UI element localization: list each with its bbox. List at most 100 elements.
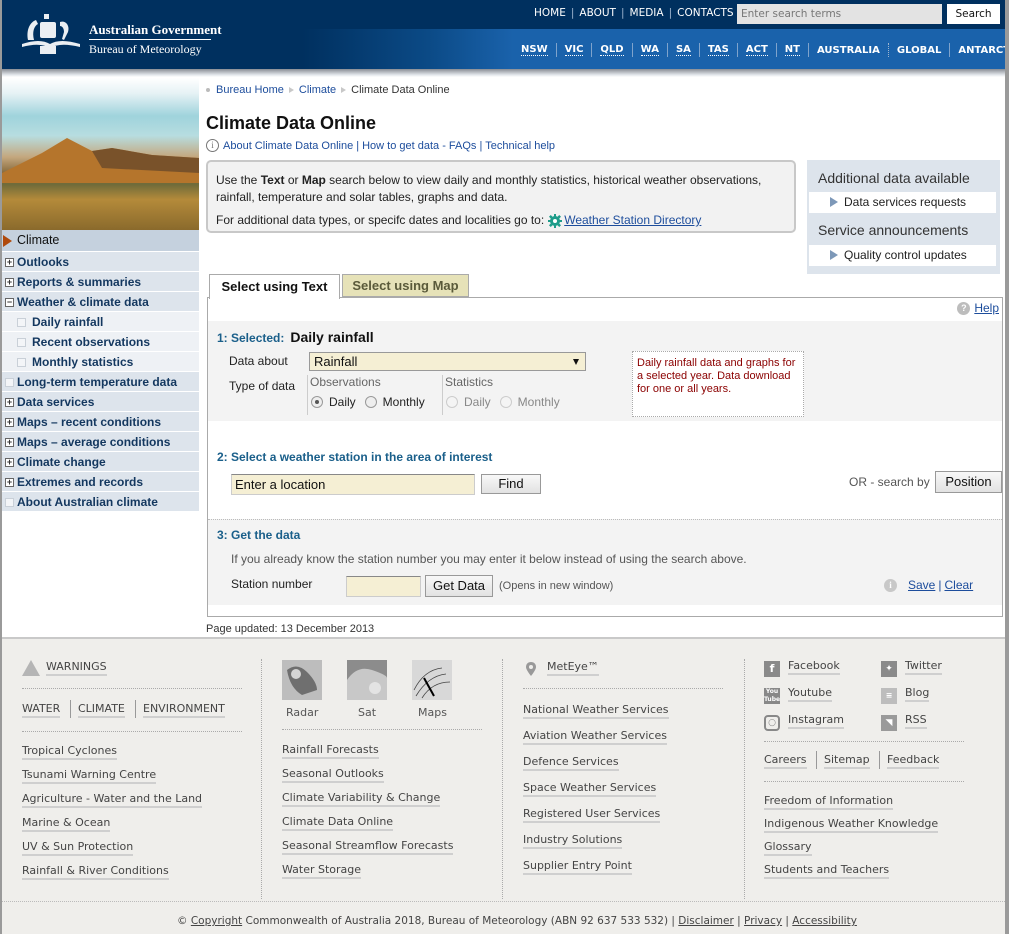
sidebar-item-recent-observations[interactable]: Recent observations xyxy=(2,332,199,352)
coat-of-arms-logo[interactable] xyxy=(20,10,82,56)
footer-link[interactable]: Glossary xyxy=(764,840,812,856)
region-qld[interactable]: QLD xyxy=(600,44,624,56)
expand-icon[interactable]: + xyxy=(5,438,14,447)
obs-monthly-radio[interactable] xyxy=(364,396,377,408)
disclaimer-link[interactable]: Disclaimer xyxy=(678,915,734,927)
station-number-input[interactable] xyxy=(346,576,421,597)
footer-water-link[interactable]: WATER xyxy=(22,702,61,718)
region-tas[interactable]: TAS xyxy=(707,44,729,56)
data-about-select[interactable]: Rainfall xyxy=(309,352,586,371)
rss-link[interactable]: RSS xyxy=(905,713,927,729)
breadcrumb-bureau-home[interactable]: Bureau Home xyxy=(216,84,284,96)
sidebar-item-reports[interactable]: + Reports & summaries xyxy=(2,272,199,292)
radar-label[interactable]: Radar xyxy=(286,706,318,719)
twitter-link[interactable]: Twitter xyxy=(905,659,942,675)
region-antarctica[interactable]: ANTARCTICA xyxy=(958,45,1005,56)
footer-environment-link[interactable]: ENVIRONMENT xyxy=(143,702,225,718)
weather-station-directory-link[interactable]: Weather Station Directory xyxy=(564,212,701,229)
footer-link[interactable]: Climate Data Online xyxy=(282,815,394,831)
sidebar-item-maps-average[interactable]: + Maps – average conditions xyxy=(2,432,199,452)
stats-monthly-radio[interactable] xyxy=(499,396,512,408)
footer-link[interactable]: Water Storage xyxy=(282,863,362,879)
accessibility-link[interactable]: Accessibility xyxy=(792,915,857,927)
maps-thumbnail[interactable] xyxy=(412,660,452,700)
privacy-link[interactable]: Privacy xyxy=(744,915,782,927)
region-vic[interactable]: VIC xyxy=(564,44,584,56)
footer-link[interactable]: National Weather Services xyxy=(523,703,669,719)
sidebar-item-daily-rainfall[interactable]: Daily rainfall xyxy=(2,312,199,332)
get-data-button[interactable]: Get Data xyxy=(425,575,493,597)
save-link[interactable]: Save xyxy=(908,578,935,592)
expand-icon[interactable]: + xyxy=(5,418,14,427)
expand-icon[interactable]: + xyxy=(5,278,14,287)
data-services-requests-link[interactable]: Data services requests xyxy=(809,192,996,213)
region-nsw[interactable]: NSW xyxy=(521,44,548,56)
footer-link[interactable]: Seasonal Outlooks xyxy=(282,767,384,783)
location-input[interactable]: Enter a location xyxy=(231,474,475,495)
footer-link[interactable]: Supplier Entry Point xyxy=(523,859,632,875)
position-button[interactable]: Position xyxy=(935,471,1002,493)
find-button[interactable]: Find xyxy=(481,474,541,494)
faq-link[interactable]: How to get data - FAQs xyxy=(362,140,476,152)
sidebar-item-maps-recent[interactable]: + Maps – recent conditions xyxy=(2,412,199,432)
region-nt[interactable]: NT xyxy=(784,44,800,56)
nav-home[interactable]: HOME xyxy=(534,7,566,19)
clear-link[interactable]: Clear xyxy=(944,578,973,592)
instagram-link[interactable]: Instagram xyxy=(788,713,844,729)
sidebar-item-about-climate[interactable]: About Australian climate xyxy=(2,492,199,512)
sidebar-item-extremes[interactable]: + Extremes and records xyxy=(2,472,199,492)
footer-link[interactable]: Tsunami Warning Centre xyxy=(22,768,157,784)
sidebar-item-long-term-temperature[interactable]: Long-term temperature data xyxy=(2,372,199,392)
sidebar-item-weather-climate-data[interactable]: − Weather & climate data xyxy=(2,292,199,312)
collapse-icon[interactable]: − xyxy=(5,298,14,307)
obs-daily-radio[interactable] xyxy=(311,396,323,408)
footer-meteye-link[interactable]: MetEye™ xyxy=(547,660,599,676)
sidebar-current-section[interactable]: Climate xyxy=(2,230,199,251)
footer-link[interactable]: Industry Solutions xyxy=(523,833,623,849)
sidebar-item-outlooks[interactable]: + Outlooks xyxy=(2,252,199,272)
footer-climate-link[interactable]: CLIMATE xyxy=(78,702,125,718)
sat-label[interactable]: Sat xyxy=(358,706,376,719)
help-link[interactable]: Help xyxy=(974,301,999,315)
footer-link[interactable]: Indigenous Weather Knowledge xyxy=(764,817,939,833)
region-sa[interactable]: SA xyxy=(675,44,691,56)
about-cdo-link[interactable]: About Climate Data Online xyxy=(223,140,353,152)
tab-select-using-map[interactable]: Select using Map xyxy=(342,274,469,297)
sidebar-item-data-services[interactable]: + Data services xyxy=(2,392,199,412)
region-wa[interactable]: WA xyxy=(640,44,659,56)
blog-link[interactable]: Blog xyxy=(905,686,930,702)
copyright-link[interactable]: Copyright xyxy=(191,915,242,927)
nav-about[interactable]: ABOUT xyxy=(579,7,616,19)
site-search-button[interactable]: Search xyxy=(947,4,1000,24)
footer-link[interactable]: UV & Sun Protection xyxy=(22,840,134,856)
footer-link[interactable]: Climate Variability & Change xyxy=(282,791,441,807)
site-search-input[interactable]: Enter search terms xyxy=(737,4,942,24)
footer-feedback-link[interactable]: Feedback xyxy=(887,753,940,769)
footer-link[interactable]: Aviation Weather Services xyxy=(523,729,667,745)
footer-link[interactable]: Seasonal Streamflow Forecasts xyxy=(282,839,454,855)
quality-control-updates-link[interactable]: Quality control updates xyxy=(809,245,996,266)
expand-icon[interactable]: + xyxy=(5,478,14,487)
nav-media[interactable]: MEDIA xyxy=(630,7,664,19)
youtube-link[interactable]: Youtube xyxy=(788,686,832,702)
footer-sitemap-link[interactable]: Sitemap xyxy=(824,753,870,769)
facebook-link[interactable]: Facebook xyxy=(788,659,840,675)
footer-link[interactable]: Tropical Cyclones xyxy=(22,744,117,760)
technical-help-link[interactable]: Technical help xyxy=(485,140,555,152)
footer-link[interactable]: Students and Teachers xyxy=(764,863,890,879)
breadcrumb-climate[interactable]: Climate xyxy=(299,84,336,96)
region-australia[interactable]: AUSTRALIA xyxy=(817,45,880,56)
footer-link[interactable]: Space Weather Services xyxy=(523,781,657,797)
footer-link[interactable]: Freedom of Information xyxy=(764,794,894,810)
region-global[interactable]: GLOBAL xyxy=(897,45,941,56)
region-act[interactable]: ACT xyxy=(745,44,768,56)
footer-warnings-link[interactable]: WARNINGS xyxy=(46,660,107,676)
tab-select-using-text[interactable]: Select using Text xyxy=(209,274,340,299)
footer-link[interactable]: Rainfall Forecasts xyxy=(282,743,379,759)
stats-daily-radio[interactable] xyxy=(446,396,458,408)
expand-icon[interactable]: + xyxy=(5,458,14,467)
expand-icon[interactable]: + xyxy=(5,398,14,407)
maps-label[interactable]: Maps xyxy=(418,706,447,719)
nav-contacts[interactable]: CONTACTS xyxy=(677,7,733,19)
footer-link[interactable]: Marine & Ocean xyxy=(22,816,111,832)
